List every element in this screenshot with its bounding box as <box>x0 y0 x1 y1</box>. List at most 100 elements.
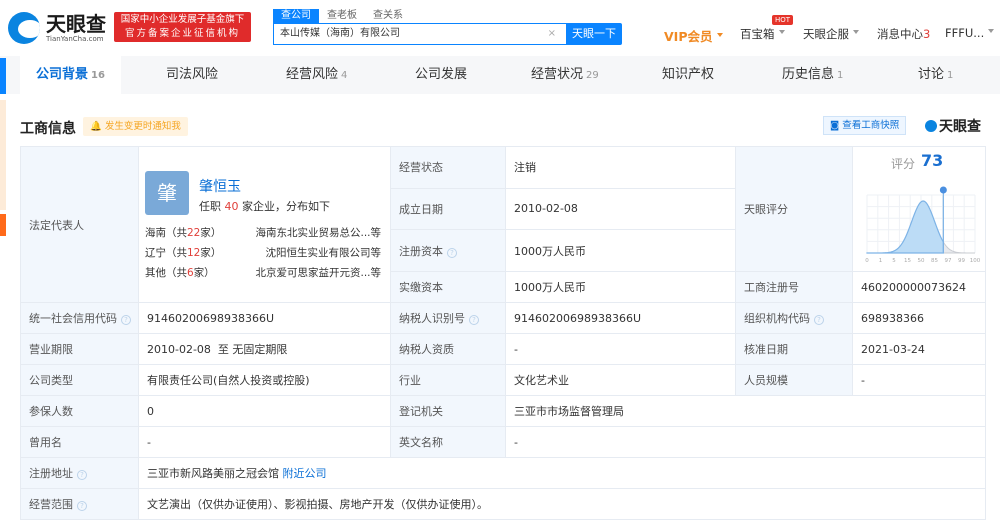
label-reg-no: 工商注册号 <box>735 271 853 303</box>
label-text: 注册资本 <box>399 244 443 258</box>
search-button[interactable]: 天眼一下 <box>566 23 622 45</box>
section-title: 工商信息 <box>20 121 76 137</box>
count-suffix: 家企业，分布如下 <box>242 199 330 213</box>
x-tick-label: 5 <box>892 258 896 264</box>
value-taxpayer-qual: - <box>505 333 736 365</box>
value-founded: 2010-02-08 <box>505 187 736 231</box>
business-info-table: 法定代表人 肇 肇恒玉 任职 40 家企业，分布如下 海南（共22家） 海南东北实… <box>20 146 986 520</box>
tab-discussion[interactable]: 讨论 1 <box>918 56 953 94</box>
username: FFFU... <box>945 26 985 40</box>
bell-icon: 🔔 <box>90 121 102 132</box>
tab-legal-risk[interactable]: 司法风险 <box>166 56 218 94</box>
region-prefix: 其他（共 <box>145 266 187 279</box>
search-input[interactable]: 本山传媒（海南）有限公司 × <box>273 23 566 45</box>
score-distribution-chart: 0 1 5 15 50 85 97 99 100 <box>865 186 981 264</box>
tab-count: 29 <box>586 70 599 81</box>
region-prefix: 辽宁（共 <box>145 246 187 259</box>
logo-domain: TianYanCha.com <box>46 35 104 43</box>
region-count: 12 <box>187 246 201 259</box>
tab-ip[interactable]: 知识产权 <box>662 56 714 94</box>
official-badge: 国家中小企业发展子基金旗下 官方备案企业征信机构 <box>114 12 251 42</box>
chevron-down-icon <box>778 30 785 37</box>
label-taxpayer-qual: 纳税人资质 <box>390 333 506 365</box>
side-indicator <box>0 58 6 94</box>
score-title: 评分 <box>891 157 916 171</box>
value-reg-capital: 1000万人民币 <box>505 229 736 272</box>
label-insured: 参保人数 <box>20 395 139 427</box>
chevron-down-icon <box>988 29 995 36</box>
region-row[interactable]: 海南（共22家） 海南东北实业贸易总公...等 <box>145 225 381 240</box>
snapshot-label: 查看工商快照 <box>842 120 900 131</box>
message-count: 3 <box>923 27 931 41</box>
tab-label: 经营状况 <box>531 67 584 82</box>
nearby-companies-link[interactable]: 附近公司 <box>283 467 327 480</box>
tab-history[interactable]: 历史信息 1 <box>782 56 843 94</box>
label-org-code: 组织机构代码? <box>735 302 853 334</box>
label-reg-capital: 注册资本? <box>390 229 506 272</box>
x-tick-label: 50 <box>918 258 925 264</box>
avatar[interactable]: 肇 <box>145 170 189 215</box>
tab-development[interactable]: 公司发展 <box>415 56 467 94</box>
chevron-down-icon <box>716 33 723 40</box>
distribution-right-area <box>942 240 976 254</box>
tab-label: 公司发展 <box>415 67 468 82</box>
legal-rep-cell: 肇 肇恒玉 任职 40 家企业，分布如下 海南（共22家） 海南东北实业贸易总公.… <box>138 146 391 303</box>
camera-icon: ◙ <box>830 120 840 131</box>
tab-operation-risk[interactable]: 经营风险 4 <box>286 56 347 94</box>
baibaoxiang-menu[interactable]: 百宝箱 <box>740 26 785 42</box>
label-scope: 经营范围? <box>20 488 139 520</box>
header: 天眼查 TianYanCha.com 国家中小企业发展子基金旗下 官方备案企业征信机… <box>0 0 1000 56</box>
search-tab-company[interactable]: 查公司 <box>273 9 319 23</box>
value-industry: 文化艺术业 <box>505 364 736 396</box>
tab-company-background[interactable]: 公司背景 16 <box>20 56 121 94</box>
clear-icon[interactable]: × <box>548 24 556 44</box>
logo-text: 天眼查 <box>46 12 106 36</box>
region-company: 沈阳恒生实业有限公司等 <box>265 246 382 259</box>
badge-line1: 国家中小企业发展子基金旗下 <box>120 14 245 25</box>
help-icon[interactable]: ? <box>77 501 87 511</box>
address-text: 三亚市新风路美丽之冠会馆 <box>147 467 279 480</box>
tab-operation-status[interactable]: 经营状况 29 <box>531 56 599 94</box>
help-icon[interactable]: ? <box>121 315 131 325</box>
help-icon[interactable]: ? <box>469 315 479 325</box>
value-taxpayer-id: 91460200698938366U <box>505 302 736 334</box>
snapshot-button[interactable]: ◙ 查看工商快照 <box>823 116 907 135</box>
vip-menu[interactable]: VIP会员 <box>664 26 723 45</box>
tab-count: 1 <box>947 70 954 81</box>
tab-label: 公司背景 <box>36 67 89 82</box>
brand-text: 天眼查 <box>939 119 981 135</box>
search-tab-relation[interactable]: 查关系 <box>365 9 411 23</box>
label-staff: 人员规模 <box>735 364 853 396</box>
value-staff: - <box>852 364 986 396</box>
rep-company-count: 任职 40 家企业，分布如下 <box>199 198 330 214</box>
help-icon[interactable]: ? <box>77 470 87 480</box>
legal-rep-name[interactable]: 肇恒玉 <box>199 176 241 196</box>
label-founded: 成立日期 <box>390 187 506 231</box>
message-center[interactable]: 消息中心3 <box>877 26 930 42</box>
logo[interactable]: 天眼查 TianYanCha.com <box>8 12 106 44</box>
value-scope: 文艺演出（仅供办证使用）、影视拍摄、房地产开发（仅供办证使用）。 <box>138 488 986 520</box>
value-paid-capital: 1000万人民币 <box>505 271 736 303</box>
search-tab-boss[interactable]: 查老板 <box>319 9 365 23</box>
label-legal-rep: 法定代表人 <box>20 146 139 303</box>
value-address: 三亚市新风路美丽之冠会馆 附近公司 <box>138 457 986 489</box>
score-value: 73 <box>921 151 944 170</box>
tab-label: 经营风险 <box>286 67 339 82</box>
label-former-name: 曾用名 <box>20 426 139 458</box>
help-icon[interactable]: ? <box>447 247 457 258</box>
x-tick-label: 0 <box>865 258 869 264</box>
region-suffix: 家） <box>193 266 215 279</box>
help-icon[interactable]: ? <box>814 315 824 325</box>
region-count: 22 <box>187 226 201 239</box>
value-english-name: - <box>505 426 986 458</box>
side-indicator-orange <box>0 214 6 236</box>
tab-count: 1 <box>837 70 844 81</box>
qifu-menu[interactable]: 天眼企服 <box>803 26 859 42</box>
brand-watermark: 天眼查 <box>925 116 981 136</box>
user-menu[interactable]: FFFU... <box>945 26 995 40</box>
region-row[interactable]: 辽宁（共12家） 沈阳恒生实业有限公司等 <box>145 245 381 260</box>
notify-button[interactable]: 🔔 发生变更时通知我 <box>83 117 188 136</box>
count-prefix: 任职 <box>199 199 221 213</box>
region-row[interactable]: 其他（共6家） 北京爱可思家益开元资...等 <box>145 265 381 280</box>
score-cell[interactable]: 评分 73 0 1 5 15 50 85 97 99 100 <box>852 146 986 272</box>
